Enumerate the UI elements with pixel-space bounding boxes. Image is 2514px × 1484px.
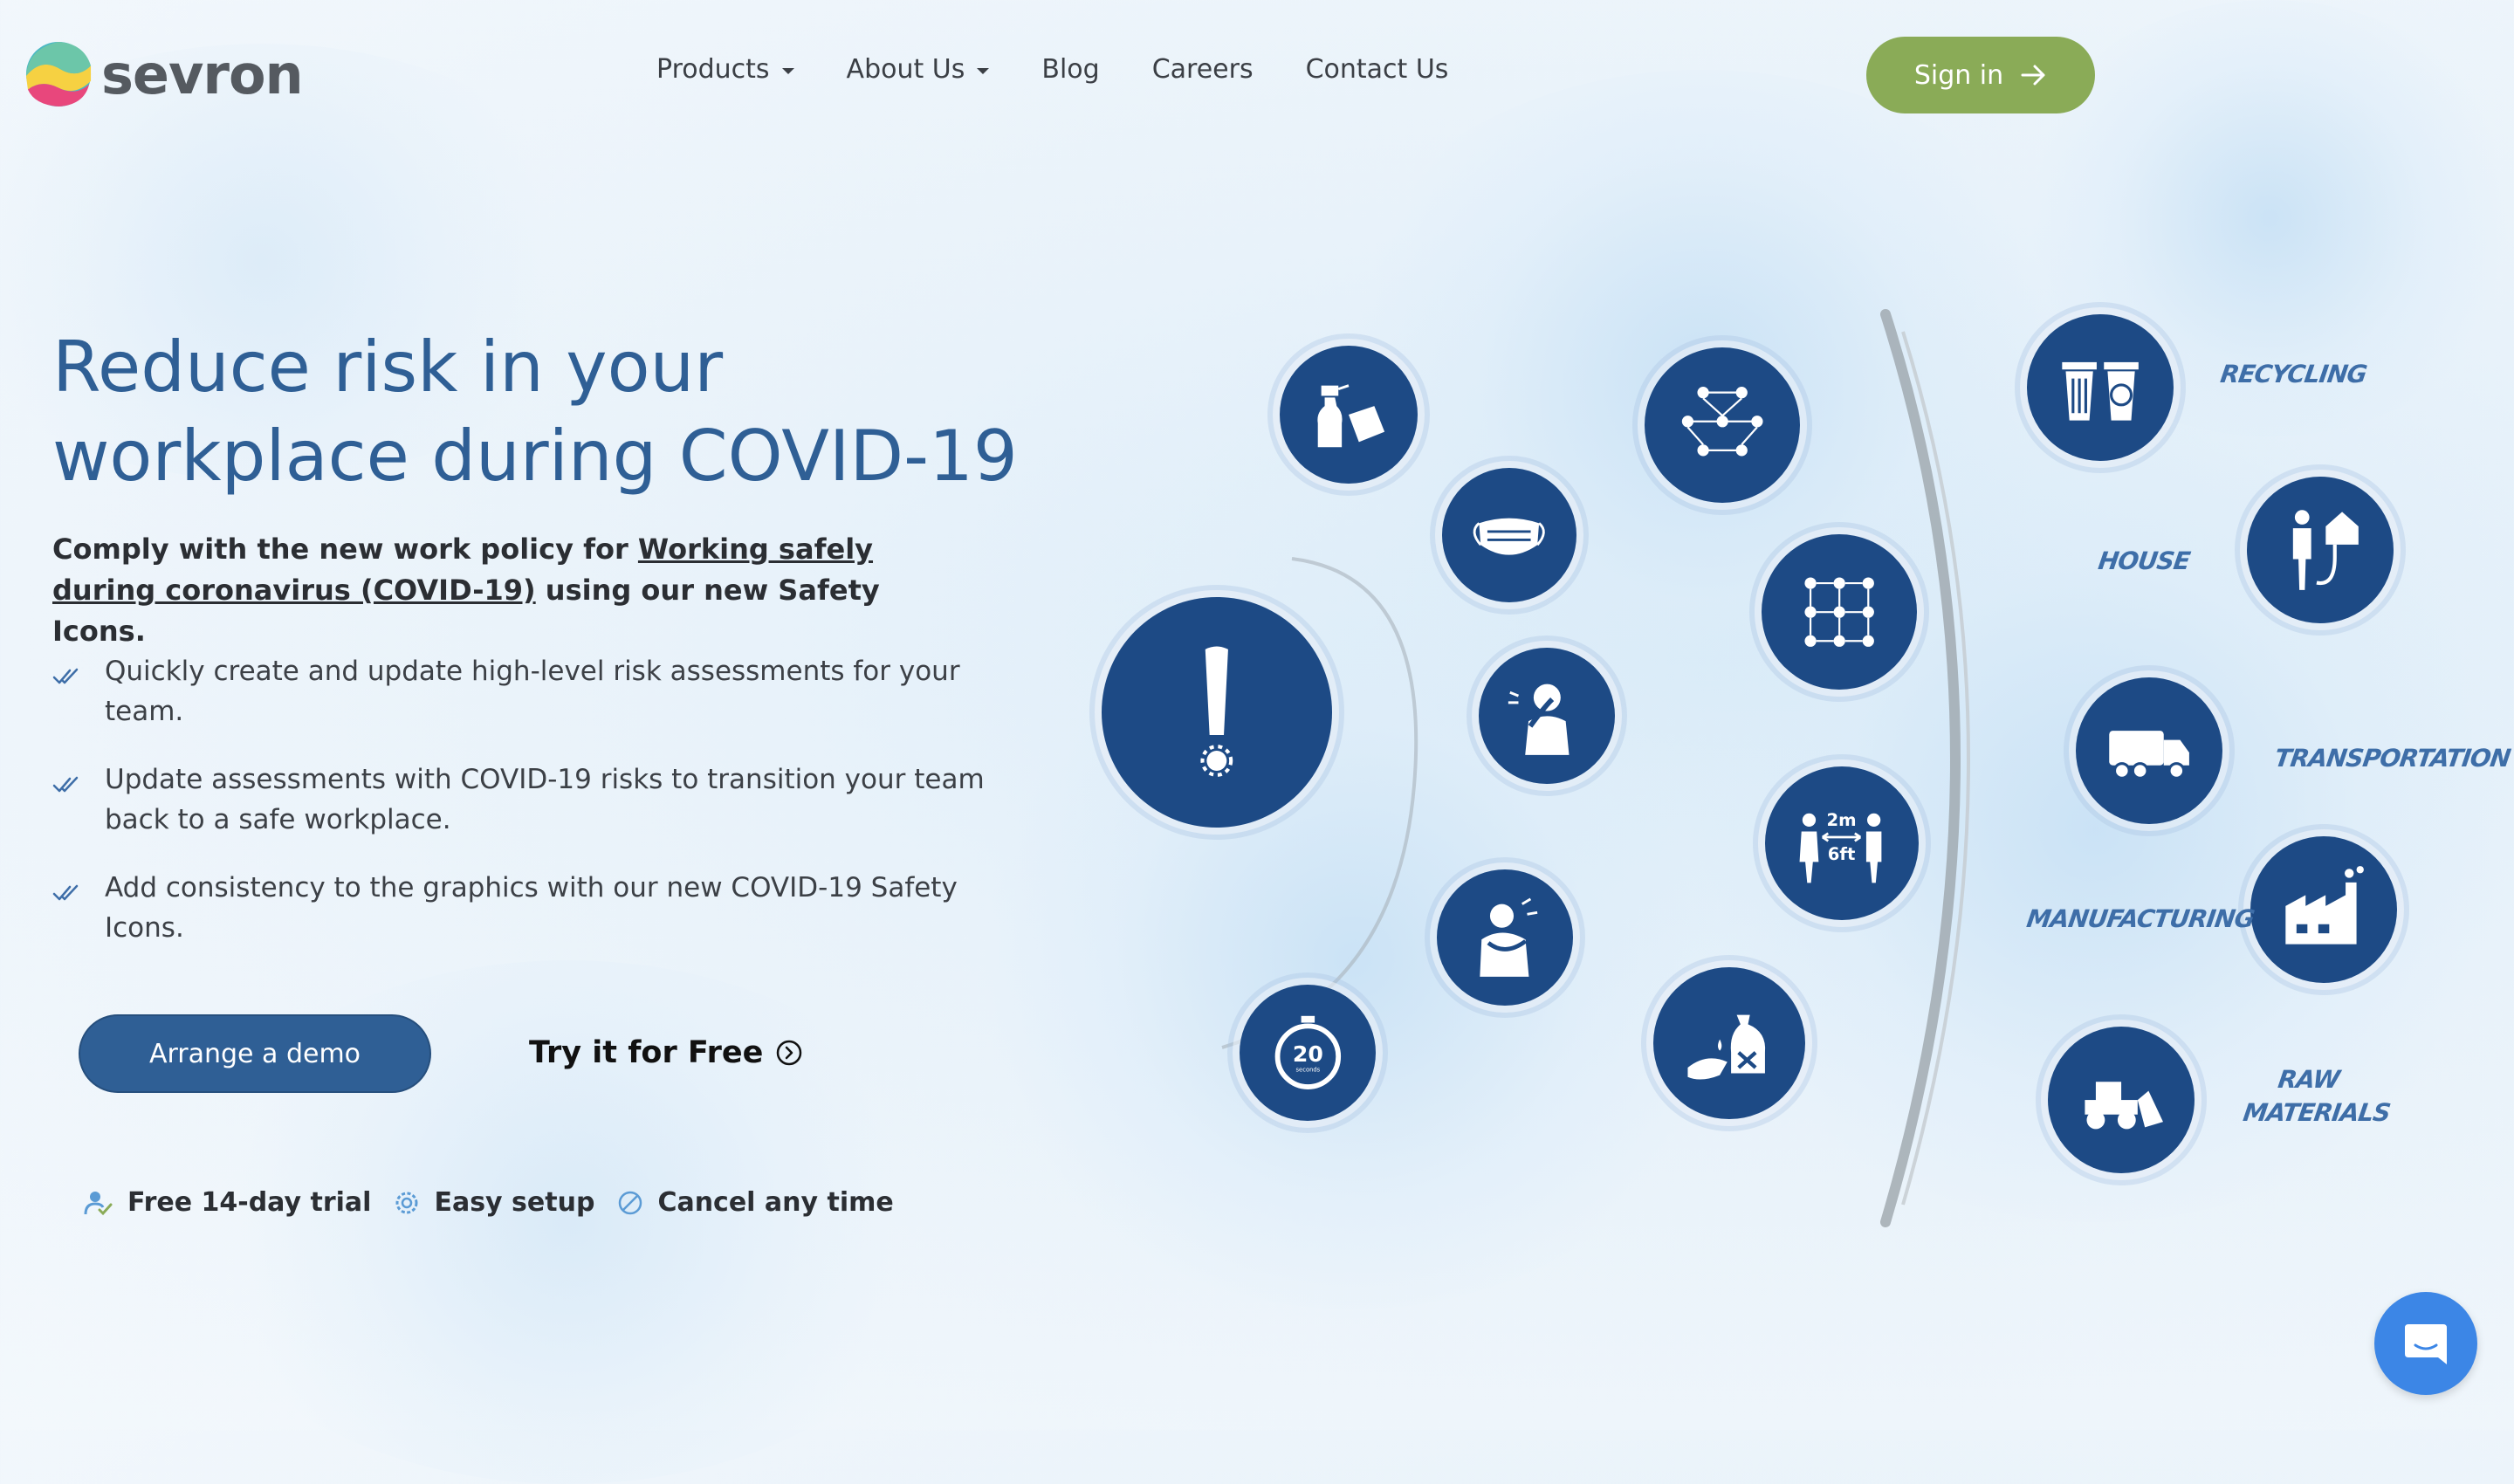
network-distance-icon (1645, 347, 1800, 503)
brand-name: sevron (101, 42, 304, 106)
feature-text: Update assessments with COVID-19 risks t… (105, 764, 985, 835)
warning-exclamation-icon (1102, 597, 1332, 828)
house-power-icon (2247, 477, 2394, 623)
list-item: Update assessments with COVID-19 risks t… (52, 759, 1013, 840)
perk-label: Easy setup (434, 1187, 595, 1218)
main-nav: Products About Us Blog Careers Contact U… (656, 54, 1501, 85)
group-distance-icon (1762, 534, 1917, 690)
recycling-bins-icon (2027, 314, 2174, 461)
bulldozer-icon (2048, 1027, 2195, 1173)
perk-label: Cancel any time (657, 1187, 894, 1218)
sign-in-button[interactable]: Sign in (1866, 37, 2095, 113)
double-check-icon (52, 884, 79, 901)
circle-arrow-right-icon (777, 1040, 802, 1066)
label-transportation: TRANSPORTATION (2272, 744, 2512, 773)
sign-in-label: Sign in (1913, 59, 2004, 91)
social-distance-icon: 2m 6ft (1765, 766, 1919, 920)
cough-icon (1479, 648, 1615, 784)
gear-icon (395, 1192, 418, 1213)
feature-text: Quickly create and update high-level ris… (105, 656, 960, 727)
perk-item: Free 14-day trial (84, 1187, 371, 1218)
subtitle-prefix: Comply with the new work policy for (52, 532, 638, 566)
label-house: HOUSE (2096, 546, 2192, 575)
cancel-circle-icon (619, 1191, 642, 1214)
perk-item: Easy setup (394, 1187, 594, 1218)
hero-subtitle: Comply with the new work policy for Work… (52, 529, 943, 652)
try-free-label: Try it for Free (529, 1035, 764, 1070)
perk-item: Cancel any time (617, 1187, 894, 1218)
chat-widget-button[interactable] (2374, 1292, 2477, 1395)
arrange-demo-button[interactable]: Arrange a demo (79, 1014, 431, 1093)
list-item: Quickly create and update high-level ris… (52, 651, 1013, 732)
arrow-right-icon (2021, 65, 2045, 86)
user-check-icon (84, 1191, 113, 1215)
list-item: Add consistency to the graphics with our… (52, 868, 1013, 948)
nav-item-label: About Us (846, 54, 965, 85)
label-manufacturing: MANUFACTURING (2024, 904, 2256, 933)
double-check-icon (52, 668, 79, 684)
timer-value: 20 (1293, 1041, 1323, 1067)
nav-item-label: Products (656, 54, 770, 85)
nav-item-label: Contact Us (1305, 54, 1449, 85)
logo-icon (25, 41, 92, 107)
hand-wash-timer-icon: 20 seconds (1240, 985, 1376, 1121)
label-raw: RAW (2276, 1065, 2341, 1094)
try-free-link[interactable]: Try it for Free (529, 1035, 803, 1070)
double-check-icon (52, 776, 79, 793)
perk-label: Free 14-day trial (127, 1187, 372, 1218)
nav-item-careers[interactable]: Careers (1152, 54, 1254, 85)
feature-text: Add consistency to the graphics with our… (105, 872, 958, 944)
truck-icon (2076, 677, 2222, 824)
caret-down-icon (781, 68, 794, 74)
factory-icon (2250, 836, 2397, 983)
nav-item-about-us[interactable]: About Us (847, 54, 990, 85)
label-materials: MATERIALS (2241, 1098, 2393, 1127)
distance-feet: 6ft (1828, 845, 1856, 865)
self-isolation-icon (1437, 869, 1573, 1006)
nav-item-contact-us[interactable]: Contact Us (1306, 54, 1449, 85)
hand-sanitizer-icon (1653, 967, 1805, 1119)
nav-item-label: Blog (1041, 54, 1100, 85)
face-mask-icon (1442, 468, 1576, 602)
nav-item-products[interactable]: Products (656, 54, 794, 85)
hero-title: Reduce risk in your workplace during COV… (52, 326, 1018, 497)
nav-item-blog[interactable]: Blog (1041, 54, 1099, 85)
timer-unit: seconds (1295, 1066, 1320, 1073)
nav-item-label: Careers (1151, 54, 1254, 85)
label-recycling: RECYCLING (2218, 360, 2369, 388)
feature-list: Quickly create and update high-level ris… (52, 651, 1013, 976)
caret-down-icon (977, 68, 990, 74)
chat-icon (2405, 1324, 2447, 1364)
cleaning-spray-icon (1280, 346, 1418, 484)
brand-logo[interactable]: sevron (24, 40, 304, 108)
perks-row: Free 14-day trial Easy setup Cancel any … (84, 1187, 917, 1218)
distance-meters: 2m (1827, 810, 1857, 830)
